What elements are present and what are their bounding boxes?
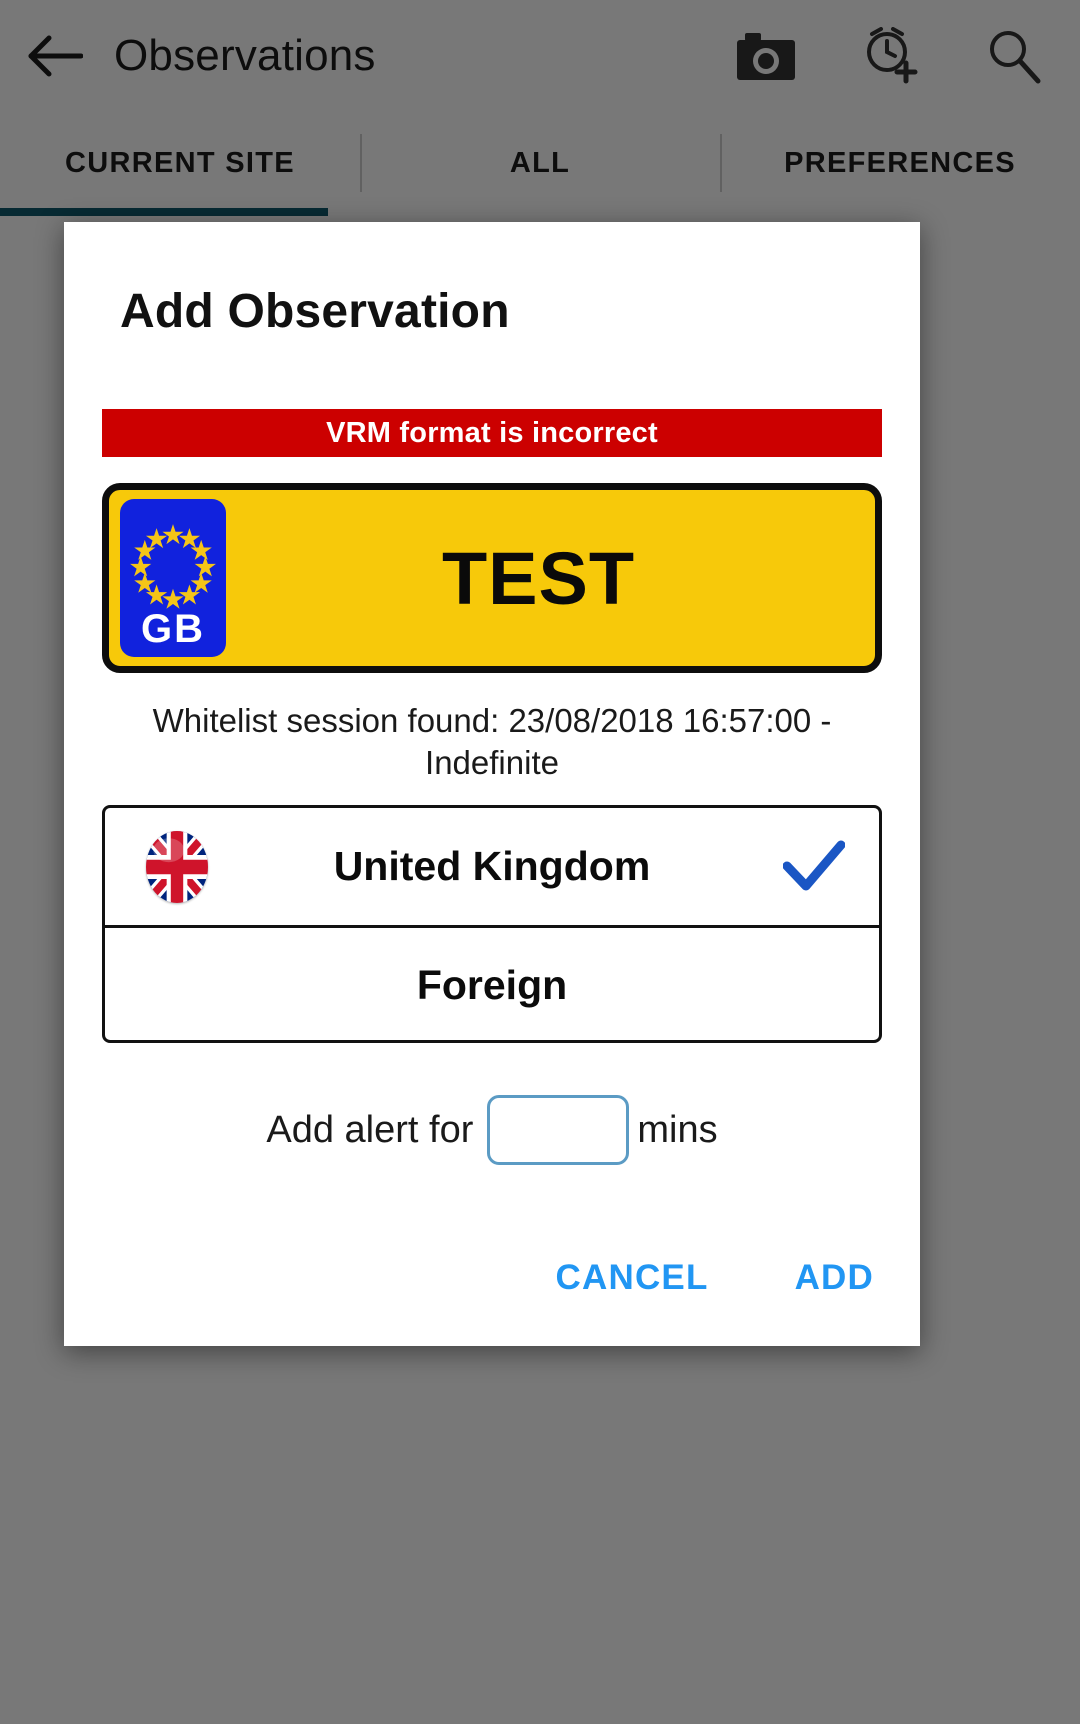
country-selection-list: United Kingdom Foreign (102, 805, 882, 1043)
screen: Observations (0, 0, 1080, 1724)
number-plate[interactable]: GB TEST (102, 483, 882, 673)
gb-euro-badge: GB (120, 499, 226, 657)
country-option-united-kingdom[interactable]: United Kingdom (105, 808, 879, 925)
whitelist-session-note: Whitelist session found: 23/08/2018 16:5… (152, 702, 832, 781)
country-label: United Kingdom (333, 843, 651, 889)
cancel-button[interactable]: CANCEL (552, 1250, 713, 1306)
country-code-label: GB (141, 607, 205, 651)
alert-minutes-input[interactable] (487, 1095, 630, 1165)
dialog-actions: CANCEL ADD (552, 1250, 878, 1306)
add-observation-dialog: Add Observation VRM format is incorrect (64, 222, 920, 1346)
country-selected-check (775, 840, 853, 894)
add-button[interactable]: ADD (791, 1250, 878, 1306)
plate-registration-value: TEST (441, 536, 636, 620)
add-alert-row: Add alert for mins (102, 1082, 882, 1178)
eu-stars-icon (130, 524, 216, 609)
vrm-error-text: VRM format is incorrect (326, 416, 658, 449)
country-option-foreign[interactable]: Foreign (105, 925, 879, 1040)
add-alert-label: Add alert for (266, 1108, 474, 1151)
uk-flag-icon (146, 830, 208, 903)
flag-slot (131, 830, 223, 903)
check-icon (783, 840, 845, 890)
country-label: Foreign (416, 961, 568, 1008)
vrm-error-banner: VRM format is incorrect (102, 409, 882, 457)
alert-unit-label: mins (637, 1108, 718, 1151)
dialog-title: Add Observation (120, 285, 510, 338)
